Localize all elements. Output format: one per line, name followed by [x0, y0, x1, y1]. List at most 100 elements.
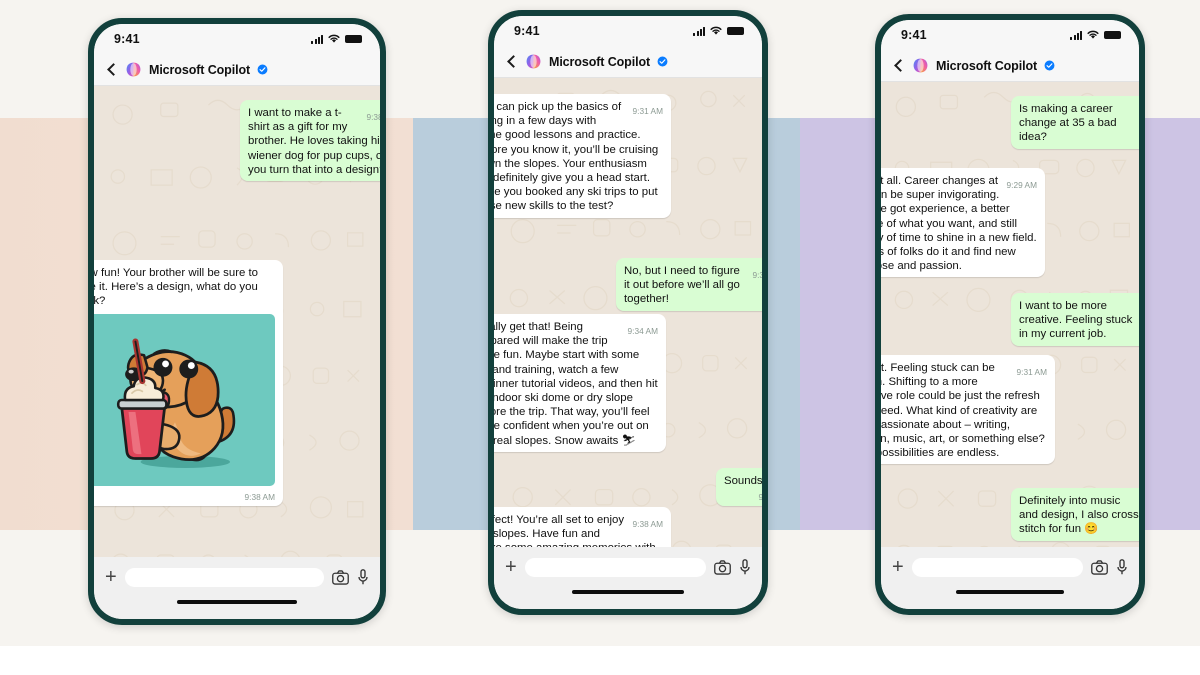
- message-list: 9:29 AM✓✓ Is making a career change at 3…: [881, 82, 1139, 547]
- plus-icon[interactable]: +: [505, 557, 517, 577]
- message-input-field[interactable]: [124, 567, 324, 587]
- status-bar: 9:41: [881, 20, 1139, 50]
- message-bubble-outgoing[interactable]: 9:34 AM✓✓ No, but I need to figure it ou…: [616, 258, 762, 311]
- message-time: 9:31 AM: [632, 106, 663, 116]
- back-chevron-icon[interactable]: [892, 59, 905, 72]
- verified-badge-icon: [257, 64, 268, 75]
- message-meta: 9:31 AM: [1017, 365, 1047, 379]
- home-indicator-area: [94, 597, 380, 619]
- message-time: 9:38 AM: [758, 492, 762, 502]
- microphone-icon[interactable]: [357, 569, 369, 585]
- message-bubble-outgoing[interactable]: 9:32 AM✓✓ Definitely into music and desi…: [1011, 488, 1139, 541]
- chat-title: Microsoft Copilot: [149, 62, 251, 77]
- plus-icon[interactable]: +: [892, 557, 904, 577]
- message-bubble-incoming[interactable]: 9:31 AM I get it. Feeling stuck can be r…: [881, 355, 1055, 465]
- chat-header: Microsoft Copilot: [494, 46, 762, 78]
- phone-career-change: 9:41 Microsoft Copilot Is making a caree…: [875, 14, 1145, 615]
- message-text: No, but I need to figure it out before w…: [624, 265, 740, 306]
- battery-icon: [1104, 31, 1121, 39]
- message-meta: 9:34 AM✓✓: [752, 268, 762, 282]
- message-time: 9:34 AM: [752, 270, 762, 280]
- status-time: 9:41: [114, 32, 140, 46]
- chat-header: Microsoft Copilot: [94, 54, 380, 86]
- camera-icon[interactable]: [1091, 559, 1108, 575]
- phone-screen: 9:41 Microsoft C: [881, 20, 1139, 609]
- message-bubble-outgoing[interactable]: Sounds good 9:38 AM✓✓: [716, 468, 762, 507]
- message-input-field[interactable]: [911, 557, 1083, 577]
- home-indicator[interactable]: [955, 590, 1065, 594]
- status-bar: 9:41: [494, 16, 762, 46]
- back-chevron-icon[interactable]: [105, 63, 118, 76]
- microphone-icon[interactable]: [739, 559, 751, 575]
- message-bubble-incoming[interactable]: 9:34 AM Totally get that! Being prepared…: [494, 314, 666, 452]
- status-icons: [1070, 30, 1121, 40]
- camera-icon[interactable]: [332, 569, 349, 585]
- message-text: Totally get that! Being prepared will ma…: [494, 321, 658, 447]
- dachshund-with-pup-cup-illustration[interactable]: [94, 313, 275, 486]
- status-icons: [311, 34, 362, 44]
- copilot-logo-icon: [913, 58, 928, 73]
- message-bubble-outgoing[interactable]: 9:29 AM✓✓ Is making a career change at 3…: [1011, 96, 1139, 149]
- status-bar: 9:41: [94, 24, 380, 54]
- chat-title: Microsoft Copilot: [549, 54, 651, 69]
- wifi-icon: [710, 26, 722, 35]
- message-list: 9:38 AM✓✓ I want to make a t-shirt as a …: [94, 86, 380, 557]
- message-time: 9:38 AM: [244, 491, 275, 502]
- message-input-field[interactable]: [524, 557, 706, 577]
- message-time: 9:29 AM: [1006, 180, 1037, 190]
- battery-icon: [727, 27, 744, 35]
- verified-badge-icon: [1044, 60, 1055, 71]
- phone-screen: 9:41 Microsoft C: [494, 16, 762, 609]
- signal-bars-icon: [1070, 30, 1082, 40]
- wifi-icon: [1087, 30, 1099, 39]
- screenshot-stage: 9:41 Microsoft Copilot 9:3 I want to mak…: [0, 0, 1200, 675]
- message-text: Is making a career change at 35 a bad id…: [1019, 103, 1117, 144]
- chat-body[interactable]: 9:38 AM✓✓ I want to make a t-shirt as a …: [94, 86, 380, 557]
- copilot-logo-icon: [126, 62, 141, 77]
- battery-icon: [345, 35, 362, 43]
- plus-icon[interactable]: +: [105, 567, 117, 587]
- message-time: 9:31 AM: [1016, 367, 1047, 377]
- home-indicator[interactable]: [571, 590, 685, 594]
- message-bubble-incoming[interactable]: 9:31 AM You can pick up the basics of sk…: [494, 94, 671, 218]
- message-text: Definitely into music and design, I also…: [1019, 495, 1139, 536]
- back-chevron-icon[interactable]: [505, 55, 518, 68]
- phone-skiing-trip: 9:41 Microsoft Copilot 9:31 AM can pick …: [488, 10, 768, 615]
- message-input-bar: +: [494, 547, 762, 587]
- message-meta: 9:38 AM: [245, 490, 275, 504]
- home-indicator[interactable]: [176, 600, 298, 604]
- message-meta: 9:38 AM✓✓: [724, 490, 762, 504]
- message-input-bar: +: [94, 557, 380, 597]
- verified-badge-icon: [657, 56, 668, 67]
- copilot-logo-icon: [526, 54, 541, 69]
- message-bubble-incoming[interactable]: 9:29 AM Not at all. Career changes at 35…: [881, 168, 1045, 278]
- message-text: Perfect! You’re all set to enjoy the slo…: [494, 514, 656, 547]
- message-bubble-incoming[interactable]: How fun! Your brother will be sure to lo…: [94, 260, 283, 506]
- message-bubble-incoming[interactable]: 9:38 AM Perfect! You’re all set to enjoy…: [494, 507, 671, 547]
- home-indicator-area: [881, 587, 1139, 609]
- message-list: 9:31 AM You can pick up the basics of sk…: [494, 78, 762, 547]
- message-meta: 9:29 AM: [1007, 178, 1037, 192]
- camera-icon[interactable]: [714, 559, 731, 575]
- microphone-icon[interactable]: [1116, 559, 1128, 575]
- signal-bars-icon: [693, 26, 705, 36]
- message-bubble-outgoing[interactable]: 9:31 AM✓✓ I want to be more creative. Fe…: [1011, 293, 1139, 346]
- message-meta: 9:38 AM: [633, 517, 663, 531]
- status-icons: [693, 26, 744, 36]
- chat-body[interactable]: 9:29 AM✓✓ Is making a career change at 3…: [881, 82, 1139, 547]
- message-meta: 9:38 AM✓✓: [366, 110, 380, 124]
- status-time: 9:41: [514, 24, 540, 38]
- message-time: 9:38 AM: [366, 112, 380, 122]
- message-meta: 9:34 AM: [628, 324, 658, 338]
- chat-title: Microsoft Copilot: [936, 58, 1038, 73]
- message-meta: 9:31 AM: [633, 104, 663, 118]
- chat-header: Microsoft Copilot: [881, 50, 1139, 82]
- phone-tshirt-design: 9:41 Microsoft Copilot 9:3 I want to mak…: [88, 18, 386, 625]
- message-bubble-outgoing[interactable]: 9:38 AM✓✓ I want to make a t-shirt as a …: [240, 100, 380, 182]
- status-time: 9:41: [901, 28, 927, 42]
- wifi-icon: [328, 34, 340, 43]
- chat-body[interactable]: 9:31 AM You can pick up the basics of sk…: [494, 78, 762, 547]
- message-time: 9:34 AM: [627, 326, 658, 336]
- message-text: Sounds good: [724, 475, 762, 487]
- message-input-bar: +: [881, 547, 1139, 587]
